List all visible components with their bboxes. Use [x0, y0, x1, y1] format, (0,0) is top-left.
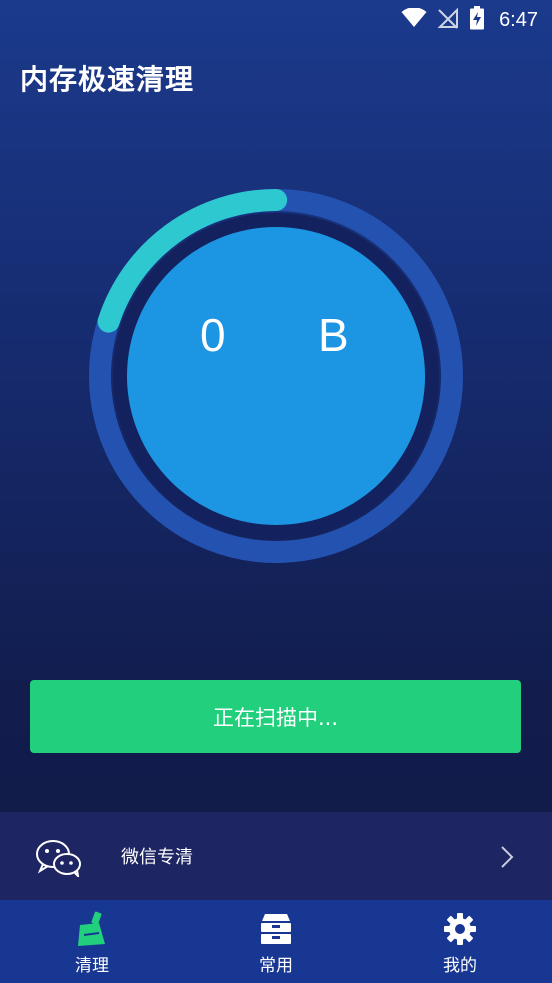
status-time: 6:47 — [499, 8, 538, 31]
chevron-right-icon — [500, 845, 514, 873]
gauge-ring — [89, 189, 463, 563]
gauge-inner-circle — [127, 227, 425, 525]
drawer-icon — [258, 911, 294, 947]
scan-button[interactable]: 正在扫描中... — [30, 680, 521, 753]
wechat-clean-item[interactable]: 微信专清 — [0, 812, 552, 900]
scanned-size-value: 0 — [200, 309, 226, 361]
no-signal-icon — [437, 7, 459, 33]
battery-charging-icon — [469, 6, 485, 34]
nav-label-common: 常用 — [259, 956, 293, 976]
wifi-icon — [401, 7, 427, 32]
nav-label-mine: 我的 — [443, 956, 477, 976]
memory-gauge — [89, 189, 463, 563]
wechat-icon — [34, 839, 84, 881]
page-title: 内存极速清理 — [20, 63, 195, 96]
nav-item-clean[interactable]: 清理 — [0, 900, 184, 983]
scanned-size-unit: B — [318, 309, 349, 361]
gear-icon — [442, 911, 478, 947]
nav-label-clean: 清理 — [75, 956, 109, 976]
wechat-clean-label: 微信专清 — [121, 847, 193, 868]
bottom-nav: 清理 常用 我的 — [0, 900, 552, 983]
nav-item-mine[interactable]: 我的 — [368, 900, 552, 983]
status-bar: 6:47 — [0, 0, 552, 40]
broom-icon — [74, 911, 110, 947]
nav-item-common[interactable]: 常用 — [184, 900, 368, 983]
